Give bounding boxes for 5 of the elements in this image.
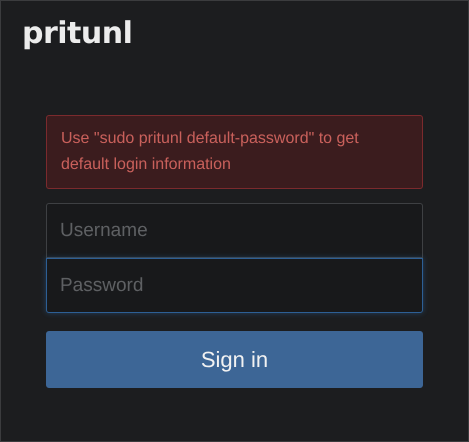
- sign-in-button[interactable]: Sign in: [46, 331, 423, 388]
- logo: pritunl: [22, 15, 132, 53]
- username-field[interactable]: Username: [46, 203, 423, 258]
- alert-message: Use "sudo pritunl default-password" to get default login information: [46, 115, 423, 189]
- password-field[interactable]: Password: [46, 258, 423, 313]
